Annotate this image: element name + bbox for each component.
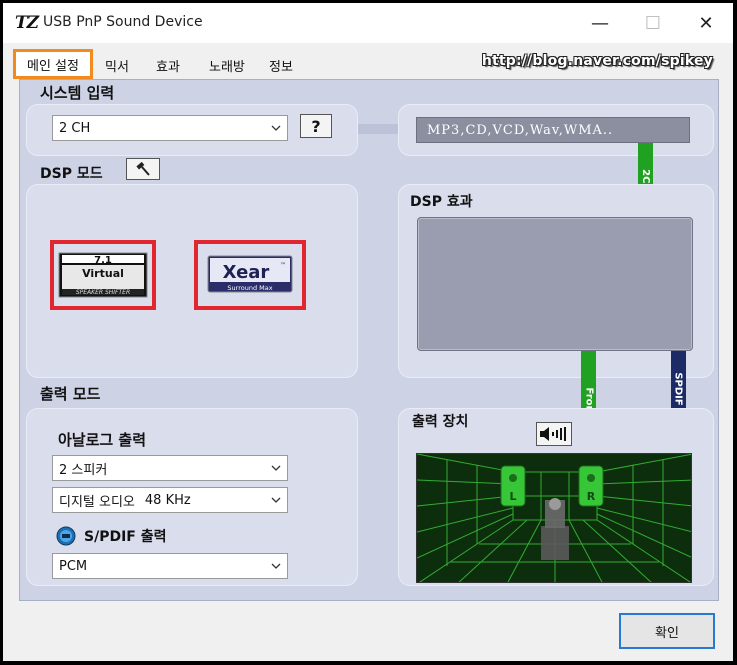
speaker-room-grid: L R (417, 454, 691, 582)
channel-select-value: 2 CH (59, 120, 91, 136)
chevron-down-icon (271, 465, 281, 471)
tab-effects[interactable]: 효과 (156, 53, 180, 77)
dsp-tool-button[interactable] (126, 158, 160, 180)
input-source-display: MP3,CD,VCD,Wav,WMA.. (416, 117, 690, 143)
spdif-format-value: PCM (59, 558, 88, 574)
output-device-title: 출력 장치 (412, 414, 469, 430)
spdif-output-title: S/PDIF 출력 (84, 529, 167, 545)
xear-logo-brand: Xear (223, 262, 270, 283)
output-mode-title: 출력 모드 (40, 385, 101, 403)
app-logo-icon: TZ (15, 13, 39, 33)
app-window: TZ USB PnP Sound Device — ☐ ✕ 메인 설정 믹서 효… (3, 3, 733, 661)
dsp-effect-display (417, 217, 693, 351)
tab-info[interactable]: 정보 (269, 53, 293, 77)
xear-logo-sub: Surround Max (227, 284, 272, 292)
digital-audio-label: 디지털 오디오 (59, 494, 135, 510)
virtual-71-mode-button[interactable]: 7.1 Virtual SPEAKER SHIFTER (50, 240, 156, 310)
close-button[interactable]: ✕ (681, 3, 731, 43)
analog-output-title: 아날로그 출력 (58, 431, 147, 449)
xear-logo-trademark: ™ (280, 262, 286, 269)
window-title: USB PnP Sound Device (43, 14, 203, 30)
minimize-button[interactable]: — (575, 3, 625, 43)
speaker-count-value: 2 스피커 (59, 462, 108, 478)
spdif-connector-icon (56, 526, 76, 546)
virtual-logo-sub: SPEAKER SHIFTER (76, 289, 130, 296)
right-speaker-icon[interactable]: R (578, 465, 604, 507)
speaker-test-button[interactable] (536, 422, 572, 446)
right-speaker-label: R (587, 490, 596, 503)
chevron-down-icon (271, 563, 281, 569)
chevron-down-icon (271, 497, 281, 503)
blog-watermark: http://blog.naver.com/spikey (481, 53, 713, 69)
virtual-logo-number: 7.1 (94, 255, 112, 266)
digital-audio-select[interactable]: 디지털 오디오 48 KHz (52, 487, 288, 513)
help-button[interactable]: ? (300, 114, 332, 138)
speaker-count-select[interactable]: 2 스피커 (52, 455, 288, 481)
virtual-speaker-shifter-logo: 7.1 Virtual SPEAKER SHIFTER (58, 252, 148, 298)
left-speaker-icon[interactable]: L (500, 465, 526, 507)
dsp-mode-title: DSP 모드 (40, 166, 103, 182)
system-input-title: 시스템 입력 (40, 84, 115, 102)
spdif-format-select[interactable]: PCM (52, 553, 288, 579)
tab-main-settings[interactable]: 메인 설정 (13, 49, 93, 79)
title-bar: TZ USB PnP Sound Device — ☐ ✕ (3, 3, 733, 43)
left-speaker-label: L (509, 490, 516, 503)
tab-karaoke[interactable]: 노래방 (209, 53, 245, 77)
speaker-volume-icon (540, 427, 566, 441)
ok-button[interactable]: 확인 (619, 613, 715, 649)
main-settings-panel: 시스템 입력 2 CH ? MP3,CD,VCD,Wav,WMA.. 2CH D… (19, 79, 719, 601)
tab-mixer[interactable]: 믹서 (105, 53, 129, 77)
sample-rate-value: 48 KHz (144, 492, 191, 508)
xear-surround-mode-button[interactable]: Xear ™ Surround Max (194, 240, 306, 310)
xear-surround-max-logo: Xear ™ Surround Max (207, 255, 293, 293)
tab-bar: 메인 설정 믹서 효과 노래방 정보 http://blog.naver.com… (13, 49, 723, 79)
hammer-icon (136, 161, 150, 176)
chevron-down-icon (271, 125, 281, 131)
maximize-button[interactable]: ☐ (628, 3, 678, 43)
speaker-position-view: L R (416, 453, 692, 583)
channel-select[interactable]: 2 CH (52, 115, 288, 141)
dsp-effect-title: DSP 효과 (410, 194, 473, 210)
virtual-logo-word: Virtual (82, 267, 124, 280)
